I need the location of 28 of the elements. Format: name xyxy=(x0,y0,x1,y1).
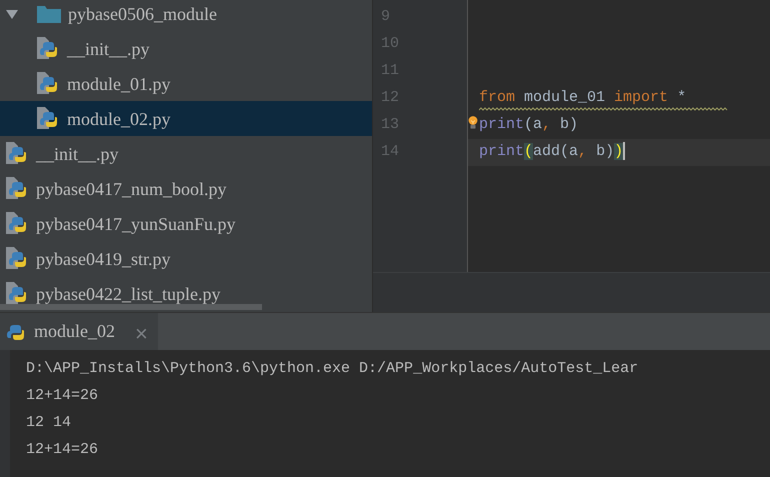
file-name: pybase0506_module xyxy=(68,4,217,22)
tree-item[interactable]: module_01.py xyxy=(0,66,372,101)
tree-item[interactable]: __init__.py xyxy=(0,136,372,171)
file-name: pybase0419_str.py xyxy=(36,250,170,268)
output-line: 12+14=26 xyxy=(26,386,100,406)
file-name: pybase0417_yunSuanFu.py xyxy=(36,214,236,232)
tree-item[interactable]: __init__.py xyxy=(0,31,372,66)
tree-item[interactable]: pybase0419_str.py xyxy=(0,241,372,276)
run-tab[interactable]: module_02 × xyxy=(0,313,158,350)
code-line: print(add(a, b)) xyxy=(479,141,626,162)
file-name: pybase0417_num_bool.py xyxy=(36,180,226,198)
tree-item[interactable]: pybase0506_module xyxy=(0,0,372,31)
code-line: from module_01 import * xyxy=(479,88,686,108)
tree-item[interactable]: module_02.py xyxy=(0,101,372,136)
tree-item[interactable]: pybase0417_num_bool.py xyxy=(0,171,372,206)
tree-item[interactable]: pybase0422_list_tuple.py xyxy=(0,276,372,311)
file-name: module_02.py xyxy=(67,110,170,128)
file-name: pybase0422_list_tuple.py xyxy=(36,284,220,302)
output-line: 12+14=26 xyxy=(26,440,100,460)
file-name: __init__.py xyxy=(67,40,150,58)
folder-icon xyxy=(36,4,62,24)
file-name: module_01.py xyxy=(67,74,170,92)
output-line: D:\APP_Installs\Python3.6\python.exe D:/APP_Workplaces/AutoTest_Lear xyxy=(26,359,640,380)
output-line: 12 14 xyxy=(26,413,72,434)
code-line: print(a, b) xyxy=(479,115,578,136)
tree-item[interactable]: pybase0417_yunSuanFu.py xyxy=(0,206,372,241)
scrollbar[interactable] xyxy=(0,304,262,310)
file-name: __init__.py xyxy=(36,144,119,162)
